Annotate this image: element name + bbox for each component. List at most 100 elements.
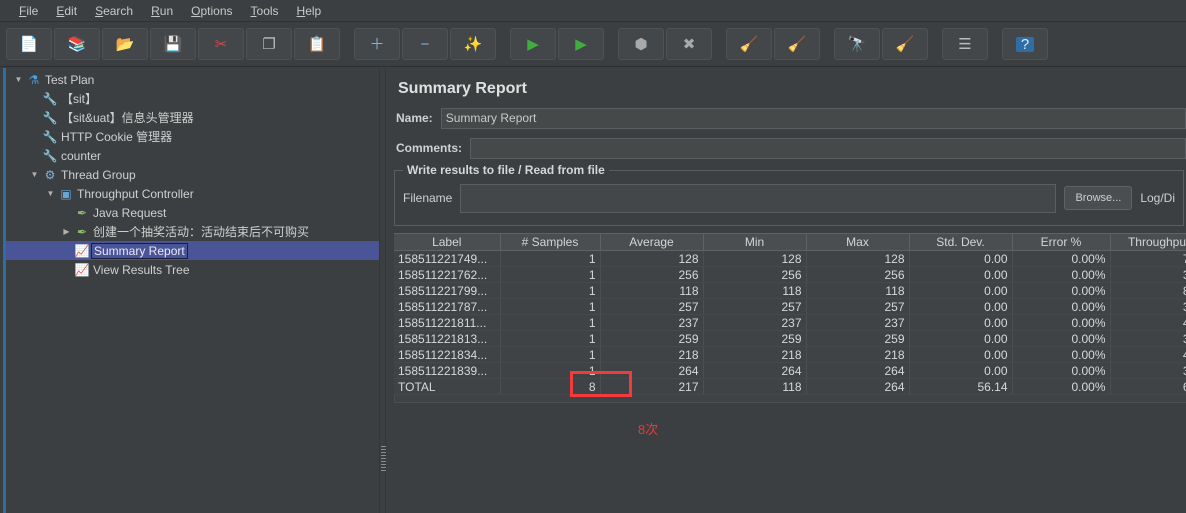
- menu-search[interactable]: Search: [86, 2, 142, 20]
- cell-error: 0.00%: [1012, 378, 1111, 395]
- cell-min: 118: [703, 378, 807, 395]
- menu-file[interactable]: File: [10, 2, 47, 20]
- column-header[interactable]: Average: [600, 233, 704, 251]
- tree-item[interactable]: 🔧 【sit&uat】信息头管理器: [6, 108, 379, 127]
- expand-button[interactable]: ＋: [354, 28, 400, 60]
- column-header[interactable]: Max: [806, 233, 910, 251]
- menu-file-rest: ile: [26, 3, 39, 18]
- browse-button[interactable]: Browse...: [1064, 186, 1133, 210]
- menu-help[interactable]: Help: [288, 2, 331, 20]
- table-row[interactable]: 158511221839...12642642640.000.00%3.8: [394, 362, 1186, 379]
- tree-item-label: Java Request: [93, 205, 167, 220]
- table-row[interactable]: 158511221799...11181181180.000.00%8.5: [394, 282, 1186, 299]
- templates-button[interactable]: 📚: [54, 28, 100, 60]
- cell-max: 118: [806, 282, 910, 299]
- cell-max: 237: [806, 314, 910, 331]
- tree-item[interactable]: ✒ Java Request: [6, 203, 379, 222]
- tree-item[interactable]: 📈 Summary Report: [6, 241, 379, 260]
- cell-samples: 1: [500, 266, 601, 283]
- table-row[interactable]: 158511221834...12182182180.000.00%4.6: [394, 346, 1186, 363]
- help-button[interactable]: ?: [1002, 28, 1048, 60]
- split-divider[interactable]: [379, 68, 386, 513]
- cell-throughput: 6.9: [1110, 378, 1186, 395]
- name-input[interactable]: [440, 107, 1186, 129]
- stop-button[interactable]: ⬢: [618, 28, 664, 60]
- cell-max: 218: [806, 346, 910, 363]
- comments-input[interactable]: [470, 137, 1186, 159]
- table-row[interactable]: 158511221813...12592592590.000.00%3.9: [394, 330, 1186, 347]
- menu-help-rest: elp: [305, 3, 322, 18]
- tree-item[interactable]: 📈 View Results Tree: [6, 260, 379, 279]
- column-header[interactable]: # Samples: [500, 233, 601, 251]
- cell-throughput: 3.9: [1110, 330, 1186, 347]
- open-button[interactable]: 📂: [102, 28, 148, 60]
- filename-label: Filename: [403, 191, 453, 205]
- summary-table-wrap: Label # Samples Average Min Max Std. Dev. Erro…: [394, 233, 1186, 437]
- start-no-pauses-button[interactable]: ▶: [558, 28, 604, 60]
- table-row[interactable]: 158511221811...12372372370.000.00%4.2: [394, 314, 1186, 331]
- menu-options[interactable]: Options: [182, 2, 241, 20]
- column-header[interactable]: Label: [394, 233, 501, 251]
- tree-item[interactable]: ▼ ⚙ Thread Group: [6, 165, 379, 184]
- menu-run[interactable]: Run: [142, 2, 182, 20]
- table-row[interactable]: 158511221787...12572572570.000.00%3.9: [394, 298, 1186, 315]
- expand-arrow-down-icon[interactable]: ▼: [12, 75, 25, 84]
- tree-item[interactable]: 🔧 HTTP Cookie 管理器: [6, 127, 379, 146]
- reset-search-button[interactable]: 🧹: [882, 28, 928, 60]
- header-manager-icon: 🔧: [42, 110, 58, 125]
- new-button[interactable]: 📄: [6, 28, 52, 60]
- table-row[interactable]: 158511221762...12562562560.000.00%3.9: [394, 266, 1186, 283]
- start-button[interactable]: ▶: [510, 28, 556, 60]
- cell-average: 256: [600, 266, 704, 283]
- clear-all-button[interactable]: 🧹: [774, 28, 820, 60]
- shutdown-button[interactable]: ✖: [666, 28, 712, 60]
- copy-button[interactable]: ❐: [246, 28, 292, 60]
- open-folder-icon: 📂: [115, 35, 135, 53]
- summary-table[interactable]: Label # Samples Average Min Max Std. Dev. Erro…: [394, 233, 1186, 395]
- toggle-icon: ✨: [463, 35, 483, 53]
- tree-item-label: Throughput Controller: [77, 186, 194, 201]
- table-row[interactable]: TOTAL821711826456.140.00%6.9: [394, 378, 1186, 395]
- cell-label: TOTAL: [394, 378, 501, 395]
- clear-button[interactable]: 🧹: [726, 28, 772, 60]
- tree-item-label: 【sit&uat】信息头管理器: [61, 111, 194, 125]
- page-title: Summary Report: [398, 80, 527, 97]
- cell-max: 264: [806, 362, 910, 379]
- cell-throughput: 3.9: [1110, 266, 1186, 283]
- expand-arrow-down-icon[interactable]: ▼: [28, 170, 41, 179]
- tree-item[interactable]: ▶ ✒ 创建一个抽奖活动：活动结束后不可购买: [6, 222, 379, 241]
- function-helper-button[interactable]: ☰: [942, 28, 988, 60]
- cut-button[interactable]: ✂: [198, 28, 244, 60]
- cell-stddev: 0.00: [909, 346, 1013, 363]
- column-header[interactable]: Throughpu: [1110, 233, 1186, 251]
- cell-label: 158511221762...: [394, 266, 501, 283]
- java-request-icon: ✒: [76, 205, 88, 220]
- table-row[interactable]: 158511221749...11281281280.000.00%7.8: [394, 250, 1186, 267]
- save-button[interactable]: 💾: [150, 28, 196, 60]
- summary-table-body[interactable]: 158511221749...11281281280.000.00%7.8158…: [394, 250, 1186, 395]
- expand-arrow-right-icon[interactable]: ▶: [60, 227, 73, 236]
- column-header[interactable]: Min: [703, 233, 807, 251]
- paste-button[interactable]: 📋: [294, 28, 340, 60]
- expand-arrow-down-icon[interactable]: ▼: [44, 189, 57, 198]
- thread-group-gear-icon: ⚙: [44, 167, 56, 182]
- menu-tools[interactable]: Tools: [242, 2, 288, 20]
- new-document-icon: 📄: [19, 35, 39, 53]
- menu-search-rest: earch: [103, 3, 134, 18]
- test-plan-tree[interactable]: ▼ ⚗ Test Plan 🔧 【sit】 🔧 【sit&uat】信息头管理器 🔧 HTTP C…: [6, 68, 379, 513]
- binoculars-icon: 🔭: [847, 35, 867, 53]
- collapse-button[interactable]: −: [402, 28, 448, 60]
- column-header[interactable]: Error %: [1012, 233, 1111, 251]
- cookie-manager-icon: 🔧: [42, 129, 58, 144]
- toggle-button[interactable]: ✨: [450, 28, 496, 60]
- tree-item[interactable]: ▼ ⚗ Test Plan: [6, 70, 379, 89]
- tree-item[interactable]: 🔧 counter: [6, 146, 379, 165]
- cell-average: 128: [600, 250, 704, 267]
- tree-item[interactable]: ▼ ▣ Throughput Controller: [6, 184, 379, 203]
- filename-input[interactable]: [460, 183, 1057, 213]
- search-button[interactable]: 🔭: [834, 28, 880, 60]
- tree-item[interactable]: 🔧 【sit】: [6, 89, 379, 108]
- menu-edit[interactable]: Edit: [47, 2, 86, 20]
- column-header[interactable]: Std. Dev.: [909, 233, 1013, 251]
- summary-table-header-row[interactable]: Label # Samples Average Min Max Std. Dev. Erro…: [394, 233, 1186, 251]
